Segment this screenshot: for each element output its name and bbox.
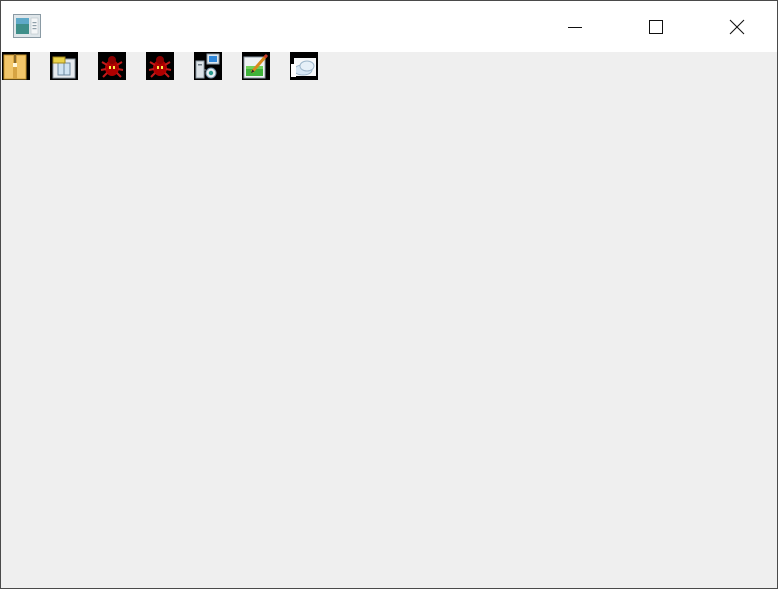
minimize-icon: [568, 27, 582, 28]
network-computer-icon: [195, 53, 220, 79]
toolbar-button-bug-2[interactable]: [146, 52, 174, 80]
red-bug-icon: [100, 56, 124, 78]
toolbar-button-network[interactable]: [194, 52, 222, 80]
toolbar: [1, 52, 777, 82]
toolbar-button-package[interactable]: [50, 52, 78, 80]
close-button[interactable]: [697, 1, 777, 52]
application-window-icon[interactable]: [13, 14, 41, 38]
edit-document-icon: [243, 53, 269, 79]
package-box-icon: [52, 56, 76, 79]
cloud-icon: [291, 58, 316, 77]
toolbar-button-bug-1[interactable]: [98, 52, 126, 80]
maximize-icon: [649, 20, 663, 34]
client-area: [1, 82, 777, 588]
title-bar[interactable]: [1, 1, 777, 52]
application-window: [0, 0, 778, 589]
minimize-button[interactable]: [535, 1, 615, 52]
red-bug-icon: [148, 56, 172, 78]
maximize-button[interactable]: [616, 1, 696, 52]
toolbar-button-edit[interactable]: [242, 52, 270, 80]
close-icon: [729, 19, 745, 35]
zip-folder-icon: [3, 54, 27, 80]
toolbar-button-open[interactable]: [2, 52, 30, 80]
toolbar-button-cloud[interactable]: [290, 52, 318, 80]
